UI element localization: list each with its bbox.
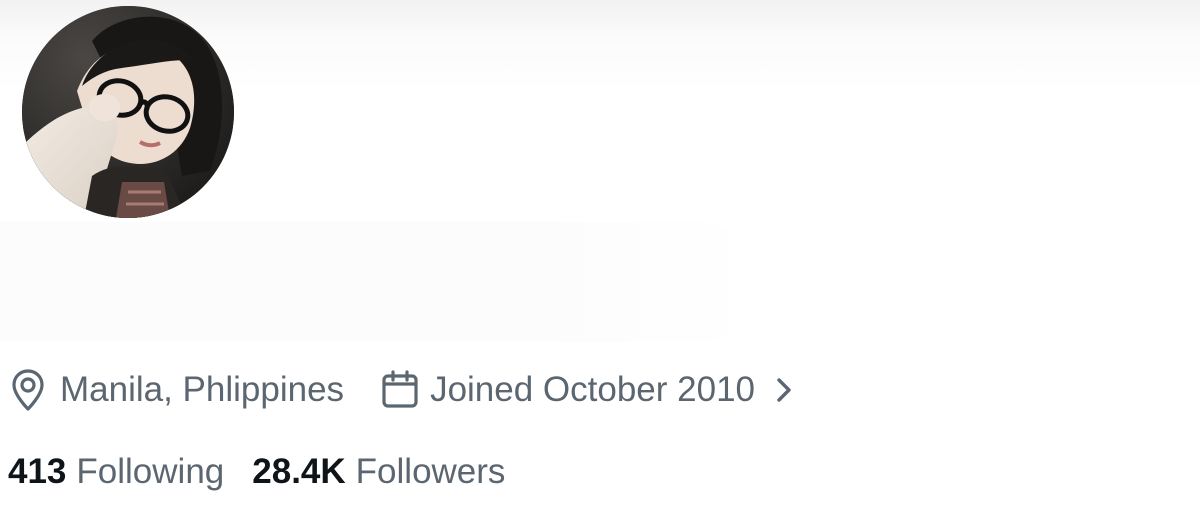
profile-avatar[interactable] <box>22 6 234 218</box>
following-stat[interactable]: 413 Following <box>8 452 224 492</box>
joined-text: Joined October 2010 <box>430 370 756 409</box>
followers-count: 28.4K <box>252 452 346 491</box>
location-pin-icon <box>8 368 48 412</box>
following-label: Following <box>76 452 225 491</box>
followers-stat[interactable]: 28.4K Followers <box>252 452 505 492</box>
profile-meta-row: Manila, Phlippines Joined October 2010 <box>8 364 797 416</box>
chevron-right-icon <box>771 373 797 407</box>
followers-label: Followers <box>355 452 506 491</box>
profile-header: Manila, Phlippines Joined October 2010 4… <box>0 0 1200 532</box>
profile-stats-row: 413 Following 28.4K Followers <box>8 446 505 498</box>
following-count: 413 <box>8 452 67 491</box>
location-item: Manila, Phlippines <box>8 368 344 412</box>
calendar-icon <box>380 370 420 410</box>
location-text: Manila, Phlippines <box>60 370 345 409</box>
joined-item[interactable]: Joined October 2010 <box>380 370 797 410</box>
hidden-name-area <box>0 222 760 342</box>
